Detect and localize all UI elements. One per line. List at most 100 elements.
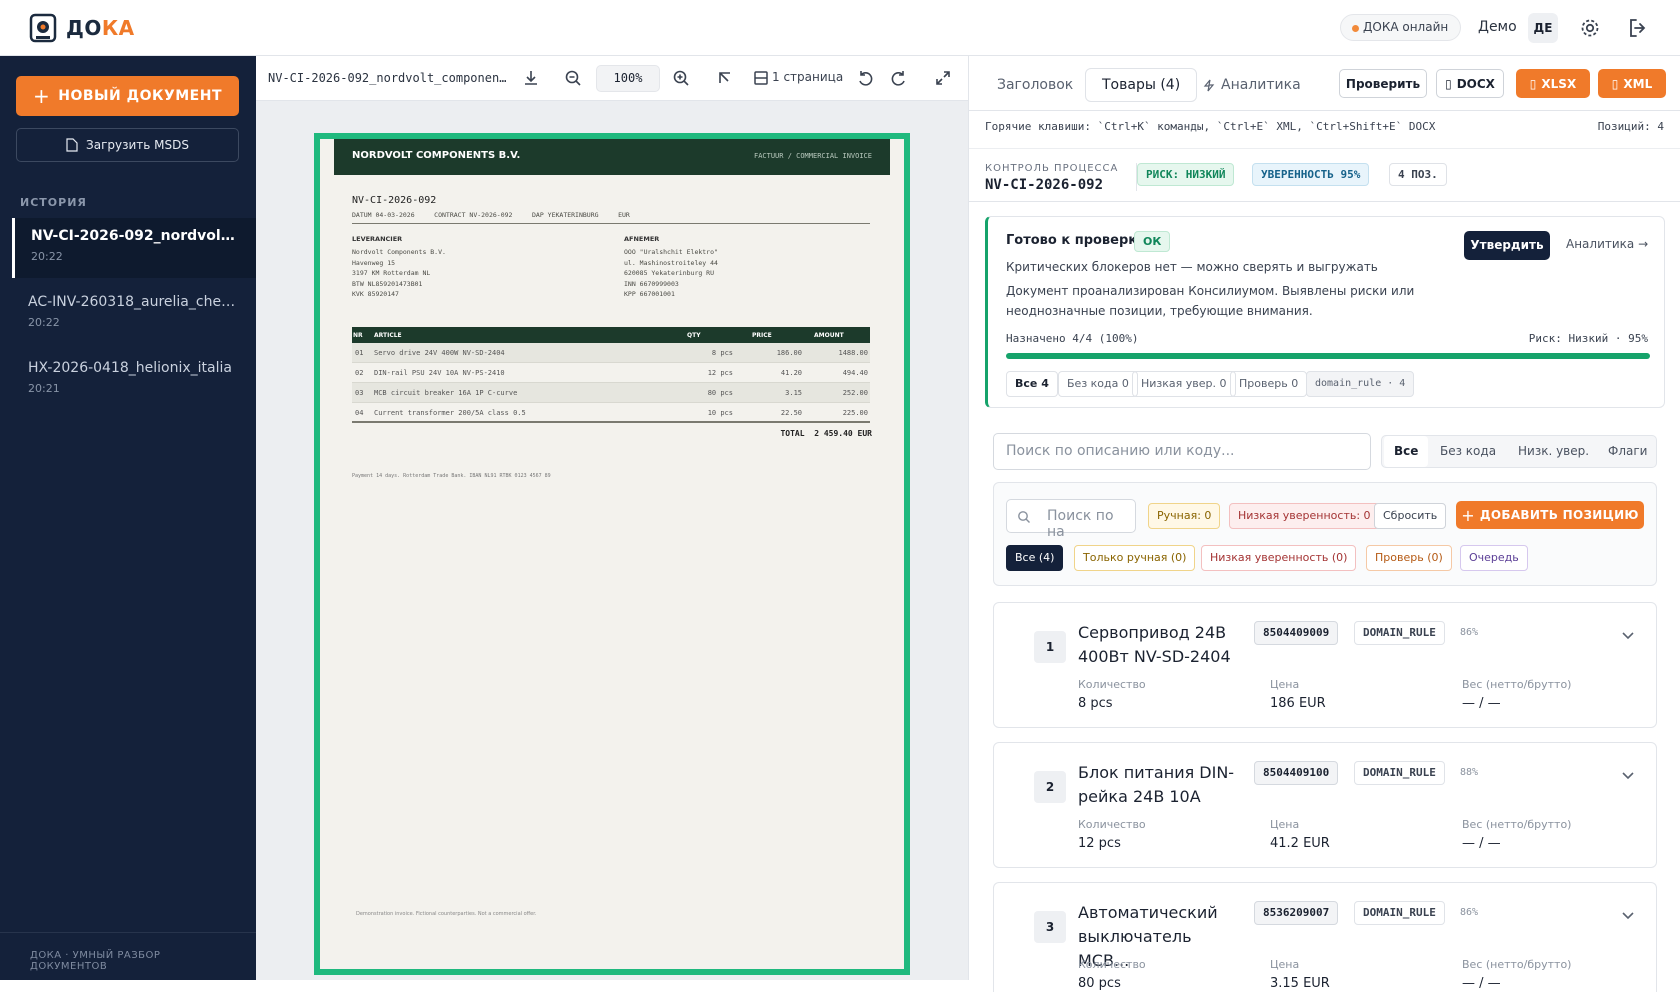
online-status: ДОКА онлайн bbox=[1340, 14, 1462, 41]
item-weight: — / — bbox=[1462, 836, 1501, 851]
chevron-down-icon[interactable] bbox=[1620, 627, 1636, 643]
filter-all[interactable]: Все (4) bbox=[1006, 545, 1064, 571]
price-label: Цена bbox=[1270, 678, 1300, 691]
reset-button[interactable]: Сбросить bbox=[1374, 503, 1447, 529]
item-code[interactable]: 8536209007 bbox=[1254, 901, 1339, 925]
plus-icon: + bbox=[32, 84, 51, 108]
pill-all[interactable]: Все 4 bbox=[1006, 371, 1058, 397]
tab-header[interactable]: Заголовок bbox=[981, 68, 1089, 102]
zoom-level[interactable]: 100% bbox=[596, 65, 660, 92]
language-switch[interactable]: ДЕ bbox=[1528, 13, 1558, 43]
invoice-meta: DATUM 04-03-2026 CONTRACT NV-2026-092 DA… bbox=[352, 211, 630, 219]
item-rule: DOMAIN_RULE bbox=[1354, 901, 1445, 925]
xlsx-button[interactable]: ▯ XLSX bbox=[1516, 69, 1590, 98]
item-weight: — / — bbox=[1462, 976, 1501, 991]
item-price: 186 EUR bbox=[1270, 696, 1326, 711]
analytics-link[interactable]: Аналитика → bbox=[1566, 237, 1648, 251]
invoice-row: 01 Servo drive 24V 400W NV-SD-2404 8 pcs 18… bbox=[352, 343, 870, 363]
xml-button[interactable]: ▯ XML bbox=[1598, 69, 1666, 98]
chevron-down-icon[interactable] bbox=[1620, 767, 1636, 783]
item-weight: — / — bbox=[1462, 696, 1501, 711]
ready-description: Документ проанализирован Консилиумом. Вы… bbox=[1006, 284, 1415, 298]
item-title: Сервопривод 24В 400Вт NV-SD-2404 bbox=[1078, 623, 1231, 666]
invoice-company: NORDVOLT COMPONENTS B.V. bbox=[352, 150, 521, 161]
document-icon bbox=[66, 138, 78, 152]
invoice-table-header: NR ARTICLE QTY PRICE AMOUNT bbox=[352, 327, 870, 343]
pill-low-conf[interactable]: Низкая увер. 0 bbox=[1132, 371, 1236, 397]
process-doc: NV-CI-2026-092 bbox=[985, 177, 1104, 193]
invoice-row: 04 Current transformer 200/5A class 0.5 10… bbox=[352, 403, 870, 423]
item-card[interactable]: 1 Сервопривод 24В 400Вт NV-SD-2404 85044… bbox=[993, 602, 1657, 728]
logout-icon[interactable] bbox=[1626, 16, 1650, 40]
item-card[interactable]: 2 Блок питания DIN-рейка 24В 10А 8504409… bbox=[993, 742, 1657, 868]
seller-address: Nordvolt Components B.V. Havenweg 15 3197 … bbox=[352, 248, 446, 298]
search-input[interactable]: Поиск по описанию или коду... bbox=[993, 433, 1371, 470]
confidence-badge: УВЕРЕННОСТЬ 95% bbox=[1252, 163, 1370, 186]
gear-icon[interactable] bbox=[1578, 16, 1602, 40]
expand-icon[interactable] bbox=[932, 67, 954, 89]
invoice-type: FACTUUR / COMMERCIAL INVOICE bbox=[753, 152, 872, 160]
chevron-down-icon[interactable] bbox=[1620, 907, 1636, 923]
app-logo[interactable]: ДОКА bbox=[28, 12, 135, 44]
filter-queue[interactable]: Очередь bbox=[1460, 545, 1528, 571]
zoom-in-icon[interactable] bbox=[670, 67, 692, 89]
seg-low-conf[interactable]: Низк. увер. bbox=[1518, 436, 1589, 467]
upload-msds-button[interactable]: Загрузить MSDS bbox=[16, 128, 239, 162]
item-qty: 80 pcs bbox=[1078, 976, 1121, 991]
hotkeys-hint: Горячие клавиши: `Ctrl+K` команды, `Ctrl… bbox=[985, 120, 1436, 133]
zoom-out-icon[interactable] bbox=[562, 67, 584, 89]
history-item[interactable]: HX-2026-0418_helionix_italia 20:21 bbox=[12, 350, 256, 410]
filter-low-confidence[interactable]: Низкая уверенность (0) bbox=[1201, 545, 1357, 571]
fit-icon[interactable] bbox=[714, 67, 736, 89]
rotate-right-icon[interactable] bbox=[888, 67, 910, 89]
item-card[interactable]: 3 Автоматический выключатель MCB... 8536… bbox=[993, 882, 1657, 992]
invoice-footnote: Demonstration invoice. Fictional counter… bbox=[356, 911, 537, 917]
item-search-input[interactable]: Поиск по на bbox=[1006, 499, 1136, 540]
top-bar: ДОКА ДОКА онлайн Демо ДЕ bbox=[0, 0, 1680, 56]
seller-heading: LEVERANCIER bbox=[352, 235, 403, 243]
ready-text: Критических блокеров нет — можно сверять… bbox=[1006, 260, 1378, 274]
seg-flags[interactable]: Флаги bbox=[1608, 436, 1647, 467]
check-button[interactable]: Проверить bbox=[1339, 69, 1427, 98]
history-item[interactable]: NV-CI-2026-092_nordvolt_components 20:22 bbox=[12, 218, 256, 278]
invoice-total: TOTAL 2 459.40 EUR bbox=[780, 429, 872, 438]
positions-count: Позиций: 4 bbox=[1597, 120, 1664, 133]
item-title: Блок питания DIN-рейка 24В 10А bbox=[1078, 763, 1235, 806]
assigned-progress: Назначено 4/4 (100%) bbox=[1006, 332, 1139, 345]
process-label: КОНТРОЛЬ ПРОЦЕССА bbox=[985, 163, 1119, 174]
qty-label: Количество bbox=[1078, 818, 1146, 831]
item-code[interactable]: 8504409100 bbox=[1254, 761, 1339, 785]
item-code[interactable]: 8504409009 bbox=[1254, 621, 1339, 645]
filter-manual[interactable]: Только ручная (0) bbox=[1074, 545, 1196, 571]
rotate-left-icon[interactable] bbox=[854, 67, 876, 89]
docx-button[interactable]: ▯ DOCX bbox=[1436, 69, 1504, 98]
download-icon[interactable] bbox=[520, 67, 542, 89]
add-position-button[interactable]: + ДОБАВИТЬ ПОЗИЦИЮ bbox=[1456, 501, 1644, 529]
history-item[interactable]: AC-INV-260318_aurelia_chemicals 20:22 bbox=[12, 284, 256, 344]
sidebar: + НОВЫЙ ДОКУМЕНТ Загрузить MSDS ИСТОРИЯ N… bbox=[0, 56, 256, 980]
document-icon: ▯ bbox=[1445, 76, 1452, 91]
qty-label: Количество bbox=[1078, 958, 1146, 971]
price-label: Цена bbox=[1270, 958, 1300, 971]
pill-no-code[interactable]: Без кода 0 bbox=[1058, 371, 1138, 397]
search-icon bbox=[1018, 511, 1030, 523]
ok-badge: ОК bbox=[1134, 231, 1171, 252]
pill-domain-rule[interactable]: domain_rule · 4 bbox=[1306, 371, 1415, 397]
seg-all[interactable]: Все bbox=[1384, 436, 1429, 467]
page-icon bbox=[754, 71, 768, 85]
pill-check[interactable]: Проверь 0 bbox=[1230, 371, 1308, 397]
filter-check[interactable]: Проверь (0) bbox=[1366, 545, 1452, 571]
segment-filter: Все Без кода Низк. увер. Флаги bbox=[1381, 435, 1657, 468]
invoice-row: 02 DIN-rail PSU 24V 10A NV-PS-2410 12 pcs 4… bbox=[352, 363, 870, 383]
new-document-button[interactable]: + НОВЫЙ ДОКУМЕНТ bbox=[16, 76, 239, 116]
item-rule: DOMAIN_RULE bbox=[1354, 621, 1445, 645]
item-rule: DOMAIN_RULE bbox=[1354, 761, 1445, 785]
tab-goods[interactable]: Товары (4) bbox=[1085, 68, 1198, 102]
user-name[interactable]: Демо bbox=[1478, 19, 1517, 35]
tab-analytics[interactable]: Аналитика bbox=[1187, 68, 1317, 102]
invoice-payment: Payment 14 days. Rotterdam Trade Bank. I… bbox=[352, 473, 551, 479]
risk-badge: РИСК: НИЗКИЙ bbox=[1137, 163, 1235, 186]
seg-no-code[interactable]: Без кода bbox=[1440, 436, 1496, 467]
page-count: 1 страница bbox=[772, 70, 844, 84]
approve-button[interactable]: Утвердить bbox=[1464, 231, 1550, 260]
